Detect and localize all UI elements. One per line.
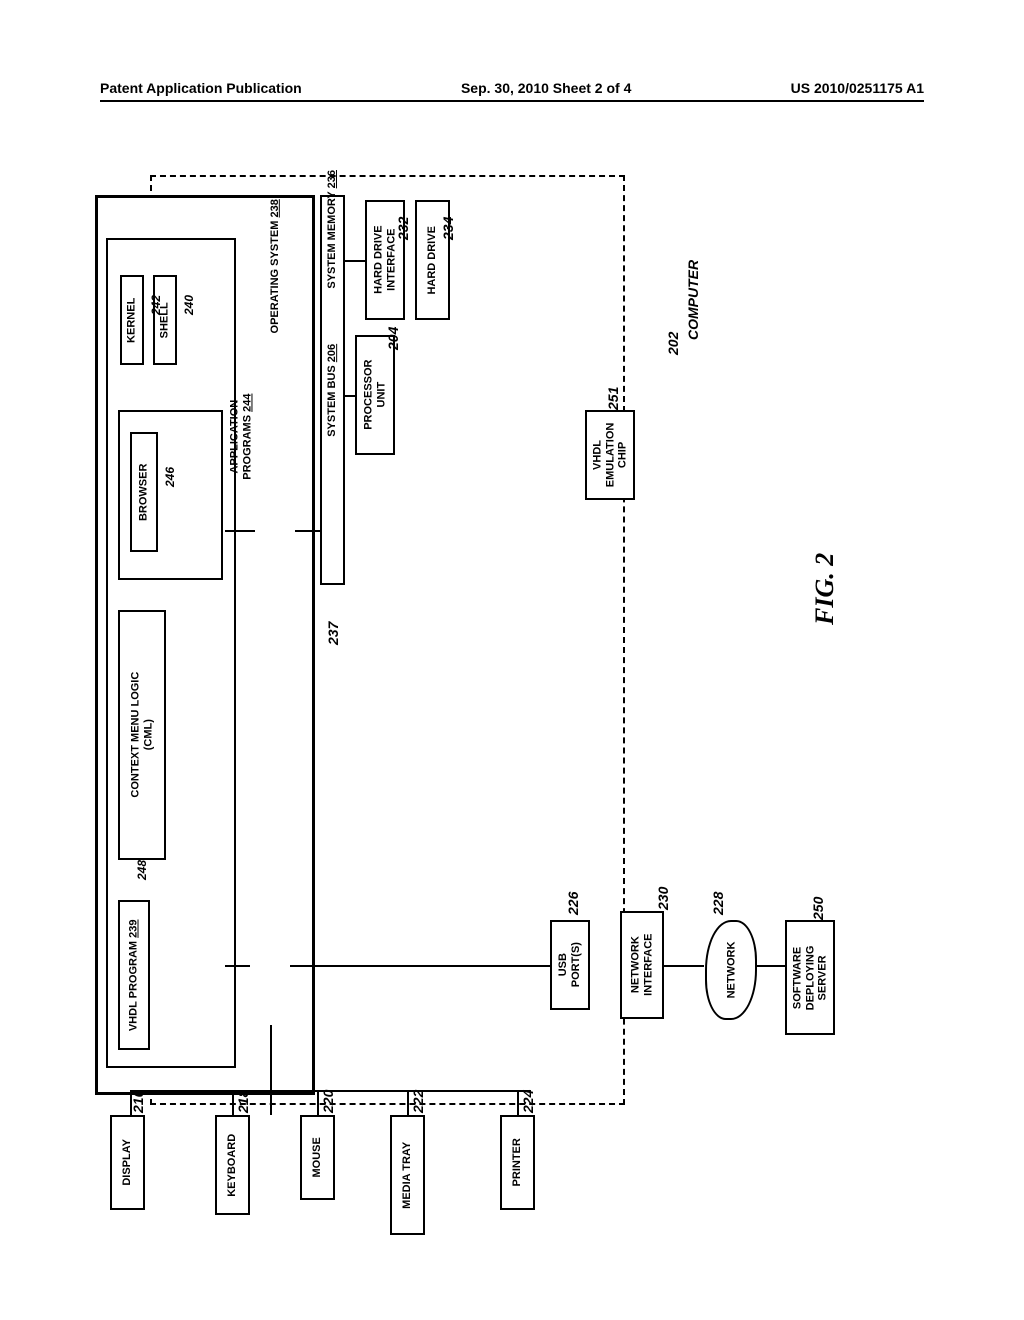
mouse-ref: 220	[320, 1090, 336, 1113]
header-left: Patent Application Publication	[100, 80, 302, 96]
line-proc-sysbus	[345, 395, 355, 397]
page-header: Patent Application Publication Sep. 30, …	[0, 80, 1024, 96]
network-interface-ref: 230	[655, 887, 671, 910]
line-io-periph	[270, 1025, 272, 1115]
software-deploying-server-text: SOFTWARE DEPLOYING SERVER	[791, 945, 829, 1010]
network-interface-text: NETWORK INTERFACE	[629, 934, 654, 996]
mouse: MOUSE	[300, 1115, 335, 1200]
cml-text: CONTEXT MENU LOGIC (CML)	[129, 672, 154, 798]
application-programs: APPLICATION PROGRAMS 244 BROWSER 246	[118, 410, 223, 580]
vhdl-emulation-chip-ref: 251	[605, 387, 621, 410]
computer-ref: 202	[665, 332, 681, 355]
line-bridge-iobus	[225, 530, 255, 532]
usb-ports-text: USB PORT(S)	[557, 942, 582, 987]
shell: SHELL	[153, 275, 177, 365]
keyboard: KEYBOARD	[215, 1115, 250, 1215]
line-iobus-iointerface	[225, 965, 250, 967]
computer-label: COMPUTER	[685, 260, 701, 340]
system-memory-title: SYSTEM MEMORY 236	[326, 170, 339, 289]
line-sysbus-bridge	[295, 530, 320, 532]
display-text: DISPLAY	[121, 1139, 134, 1186]
line-to-mouse	[317, 1090, 319, 1115]
printer-ref: 224	[520, 1090, 536, 1113]
browser: BROWSER	[130, 432, 158, 552]
cml-ref: 248	[136, 860, 150, 880]
kernel-text: KERNEL	[126, 297, 139, 342]
vhdl-program: VHDL PROGRAM 239	[118, 900, 150, 1050]
operating-system-title: OPERATING SYSTEM 238	[269, 199, 282, 333]
network-text: NETWORK	[725, 942, 737, 999]
header-rule	[100, 100, 924, 102]
printer-text: PRINTER	[511, 1138, 524, 1186]
network-cloud: NETWORK	[705, 920, 757, 1020]
header-center: Sep. 30, 2010 Sheet 2 of 4	[461, 80, 631, 96]
line-hdi-sysbus	[345, 260, 365, 262]
kernel-ref: 242	[150, 295, 164, 315]
printer: PRINTER	[500, 1115, 535, 1210]
hard-drive-interface-text: HARD DRIVE INTERFACE	[372, 226, 397, 294]
usb-ports: USB PORT(S)	[550, 920, 590, 1010]
display: DISPLAY	[110, 1115, 145, 1210]
line-periph-bus	[130, 1090, 530, 1092]
line-iointerface-usb	[290, 965, 550, 967]
context-menu-logic: CONTEXT MENU LOGIC (CML)	[118, 610, 166, 860]
mouse-text: MOUSE	[311, 1137, 324, 1177]
line-netif-network	[664, 965, 704, 967]
figure-label: FIG. 2	[810, 553, 840, 625]
hard-drive-text: HARD DRIVE	[426, 226, 439, 294]
line-to-media	[407, 1090, 409, 1115]
diagram: COMPUTER 202 VHDL EMULATION CHIP 251 HAR…	[150, 175, 800, 1200]
system-bus-text: SYSTEM BUS 206	[326, 344, 339, 437]
line-to-display	[130, 1090, 132, 1115]
system-memory: SYSTEM MEMORY 236 OPERATING SYSTEM 238 S…	[95, 195, 315, 1095]
keyboard-text: KEYBOARD	[226, 1134, 239, 1197]
vhdl-program-text: VHDL PROGRAM 239	[128, 919, 141, 1031]
line-to-keyboard	[232, 1090, 234, 1115]
processor-unit-text: PROCESSOR UNIT	[362, 360, 387, 430]
application-programs-title: APPLICATION PROGRAMS 244	[228, 394, 253, 480]
operating-system: OPERATING SYSTEM 238 SHELL 240 KERNEL 24…	[106, 238, 236, 1068]
processor-unit-ref: 204	[385, 327, 401, 350]
software-deploying-server: SOFTWARE DEPLOYING SERVER	[785, 920, 835, 1035]
hard-drive-ref: 234	[440, 217, 456, 240]
software-deploying-server-ref: 250	[810, 897, 826, 920]
line-network-server	[757, 965, 785, 967]
media-tray: MEDIA TRAY	[390, 1115, 425, 1235]
header-right: US 2010/0251175 A1	[791, 80, 924, 96]
network-interface: NETWORK INTERFACE	[620, 911, 664, 1019]
line-to-printer	[517, 1090, 519, 1115]
processor-unit: PROCESSOR UNIT	[355, 335, 395, 455]
browser-text: BROWSER	[138, 463, 151, 520]
network-ref: 228	[710, 892, 726, 915]
shell-ref: 240	[183, 295, 197, 315]
vhdl-chip-ref: 237	[325, 622, 341, 645]
media-tray-text: MEDIA TRAY	[401, 1141, 414, 1208]
media-tray-ref: 222	[410, 1090, 426, 1113]
vhdl-emulation-chip-text: VHDL EMULATION CHIP	[591, 423, 629, 488]
usb-ports-ref: 226	[565, 892, 581, 915]
hard-drive-interface-ref: 232	[395, 217, 411, 240]
kernel: KERNEL	[120, 275, 144, 365]
vhdl-emulation-chip: VHDL EMULATION CHIP	[585, 410, 635, 500]
browser-ref: 246	[164, 467, 178, 487]
